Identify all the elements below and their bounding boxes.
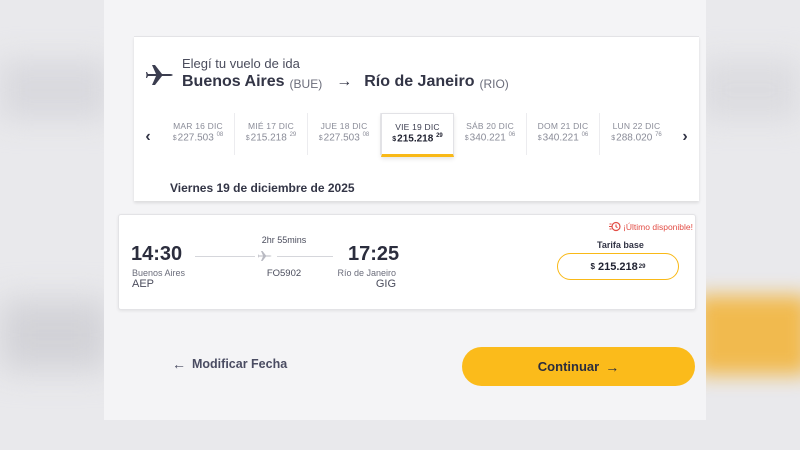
date-list: MAR 16 DIC $227.503 08 MIÉ 17 DIC $215.2… — [162, 113, 674, 159]
continue-button[interactable]: Continuar → — [462, 347, 695, 386]
fare-cents: 29 — [638, 263, 646, 270]
date-option[interactable]: LUN 22 DIC $288.020 76 — [600, 113, 673, 155]
selected-date-label: Viernes 19 de diciembre de 2025 — [170, 181, 355, 195]
flight-selection-modal: Elegí tu vuelo de ida Buenos Aires (BUE)… — [104, 0, 706, 420]
flight-option-card[interactable]: 14:30 Buenos Aires AEP 2hr 55mins FO5902… — [118, 214, 696, 310]
origin-code: (BUE) — [289, 76, 323, 91]
route-subtitle: Elegí tu vuelo de ida — [182, 56, 300, 71]
date-option-price: $227.503 08 — [172, 132, 224, 144]
modify-date-button[interactable]: ← Modificar Fecha — [172, 356, 287, 372]
date-option-price: $227.503 08 — [318, 132, 370, 144]
arrival-time: 17:25 — [348, 243, 400, 265]
date-option-day: MIÉ 17 DIC — [248, 121, 294, 131]
route-card: Elegí tu vuelo de ida Buenos Aires (BUE)… — [134, 36, 699, 201]
date-option[interactable]: SÁB 20 DIC $340.221 06 — [454, 113, 527, 155]
date-option-price: $340.221 06 — [537, 132, 589, 144]
date-option-price: $215.218 29 — [392, 133, 443, 145]
route-line-right — [277, 256, 333, 257]
airplane-icon — [258, 251, 272, 261]
date-option[interactable]: DOM 21 DIC $340.221 06 — [527, 113, 600, 155]
availability-text: ¡Último disponible! — [623, 221, 693, 232]
destination-code: (RIO) — [479, 76, 509, 91]
departure-city: Buenos Aires — [132, 268, 186, 278]
date-option-day: DOM 21 DIC — [537, 121, 589, 131]
origin-city: Buenos Aires — [182, 73, 285, 90]
date-option-price: $340.221 06 — [464, 132, 516, 144]
arrival-airport-code: GIG — [375, 278, 396, 290]
fare-currency: $ — [590, 262, 595, 271]
date-option-price: $288.020 76 — [611, 132, 662, 144]
flight-duration: 2hr 55mins — [261, 235, 307, 245]
route-line-left — [195, 256, 255, 257]
arrival-city: Río de Janeiro — [337, 268, 396, 278]
date-option[interactable]: JUE 18 DIC $227.503 08 — [308, 113, 381, 155]
airplane-icon — [146, 65, 173, 85]
date-option-day: VIE 19 DIC — [395, 122, 440, 132]
fare-price-button[interactable]: $ 215.218 29 — [557, 253, 679, 280]
date-option-day: SÁB 20 DIC — [466, 121, 514, 131]
fare-price: 215.218 — [598, 260, 638, 273]
arrow-left-icon: ← — [172, 356, 186, 372]
availability-badge: ¡Último disponible! — [599, 221, 693, 232]
route-heading: Buenos Aires (BUE) → Río de Janeiro (RIO… — [182, 73, 509, 91]
date-option-day: LUN 22 DIC — [612, 121, 661, 131]
destination-city: Río de Janeiro — [364, 73, 475, 90]
departure-time: 14:30 — [131, 243, 183, 265]
date-option[interactable]: MIÉ 17 DIC $215.218 29 — [235, 113, 308, 155]
date-option-price: $215.218 29 — [245, 132, 297, 144]
date-carousel: ‹ MAR 16 DIC $227.503 08 MIÉ 17 DIC $215… — [134, 113, 699, 159]
chevron-left-icon[interactable]: ‹ — [138, 127, 158, 147]
continue-label: Continuar — [537, 359, 600, 374]
route-arrow-icon: → — [336, 73, 353, 90]
alarm-clock-icon — [609, 221, 621, 232]
departure-airport-code: AEP — [132, 278, 155, 290]
chevron-right-icon[interactable]: › — [675, 127, 695, 147]
arrow-right-icon: → — [605, 358, 620, 375]
date-option-day: JUE 18 DIC — [320, 121, 368, 131]
fare-label: Tarifa base — [597, 240, 644, 250]
modify-date-label: Modificar Fecha — [192, 357, 288, 371]
date-option-selected[interactable]: VIE 19 DIC $215.218 29 — [381, 113, 454, 157]
date-option[interactable]: MAR 16 DIC $227.503 08 — [162, 113, 235, 155]
date-option-day: MAR 16 DIC — [173, 121, 223, 131]
